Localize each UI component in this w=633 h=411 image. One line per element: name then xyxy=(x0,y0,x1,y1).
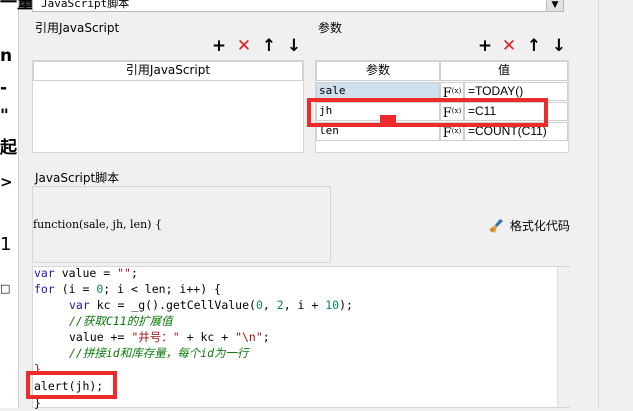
left-strip-text: n xyxy=(0,46,13,66)
left-strip-text: 一量 xyxy=(0,0,34,13)
left-strip-text: 起 xyxy=(0,138,17,158)
highlight-box xyxy=(26,371,117,399)
left-strip-text: 1 xyxy=(0,234,12,255)
script-label: JavaScript脚本 xyxy=(35,171,120,185)
code-line: var value = ""; xyxy=(34,266,138,280)
move-down-js-button[interactable]: ↓ xyxy=(285,37,303,55)
code-line: var kc = _g().getCellValue(0, 2, i + 10)… xyxy=(69,298,353,312)
code-line: for (i = 0; i < len; i++) { xyxy=(34,282,221,296)
broom-icon xyxy=(488,218,506,234)
params-header-name: 参数 xyxy=(316,61,440,81)
left-strip-text: " xyxy=(0,106,9,126)
function-signature: function(sale, jh, len) { xyxy=(33,218,162,231)
delete-js-button[interactable]: ✕ xyxy=(235,37,253,55)
code-comment: //拼接id和库存量，每个id为一行 xyxy=(69,346,249,360)
highlight-marker xyxy=(380,115,396,124)
code-scrollbar[interactable] xyxy=(557,267,570,407)
highlight-box xyxy=(307,98,548,127)
code-comment: //获取C11的扩展值 xyxy=(69,314,173,328)
add-js-button[interactable]: + xyxy=(210,37,228,55)
code-line: value += "井号：" + kc + "\n"; xyxy=(69,330,270,344)
params-label: 参数 xyxy=(318,21,343,35)
left-strip-text: □ xyxy=(0,282,11,295)
format-code-button[interactable]: 格式化代码 xyxy=(488,217,578,235)
move-up-js-button[interactable]: ↑ xyxy=(260,37,278,55)
chevron-down-icon[interactable]: ▼ xyxy=(546,0,564,12)
referenced-js-label: 引用JavaScript xyxy=(35,21,120,35)
params-header-value: 值 xyxy=(440,61,568,81)
move-down-param-button[interactable]: ↓ xyxy=(550,37,568,55)
move-up-param-button[interactable]: ↑ xyxy=(525,37,543,55)
referenced-js-column-header: 引用JavaScript xyxy=(33,61,303,81)
left-panel-strip: 一量 n - " 起 > 1 □ xyxy=(0,0,34,408)
script-type-select[interactable]: JavaScript脚本 xyxy=(32,0,564,12)
left-strip-text: > xyxy=(0,173,13,191)
referenced-js-list[interactable]: 引用JavaScript xyxy=(32,60,304,153)
format-code-label: 格式化代码 xyxy=(509,219,570,233)
left-strip-text: - xyxy=(0,78,8,98)
right-edge-panel xyxy=(598,0,633,408)
function-signature-box: function(sale, jh, len) { xyxy=(32,186,331,263)
delete-param-button[interactable]: ✕ xyxy=(500,37,518,55)
add-param-button[interactable]: + xyxy=(476,37,494,55)
